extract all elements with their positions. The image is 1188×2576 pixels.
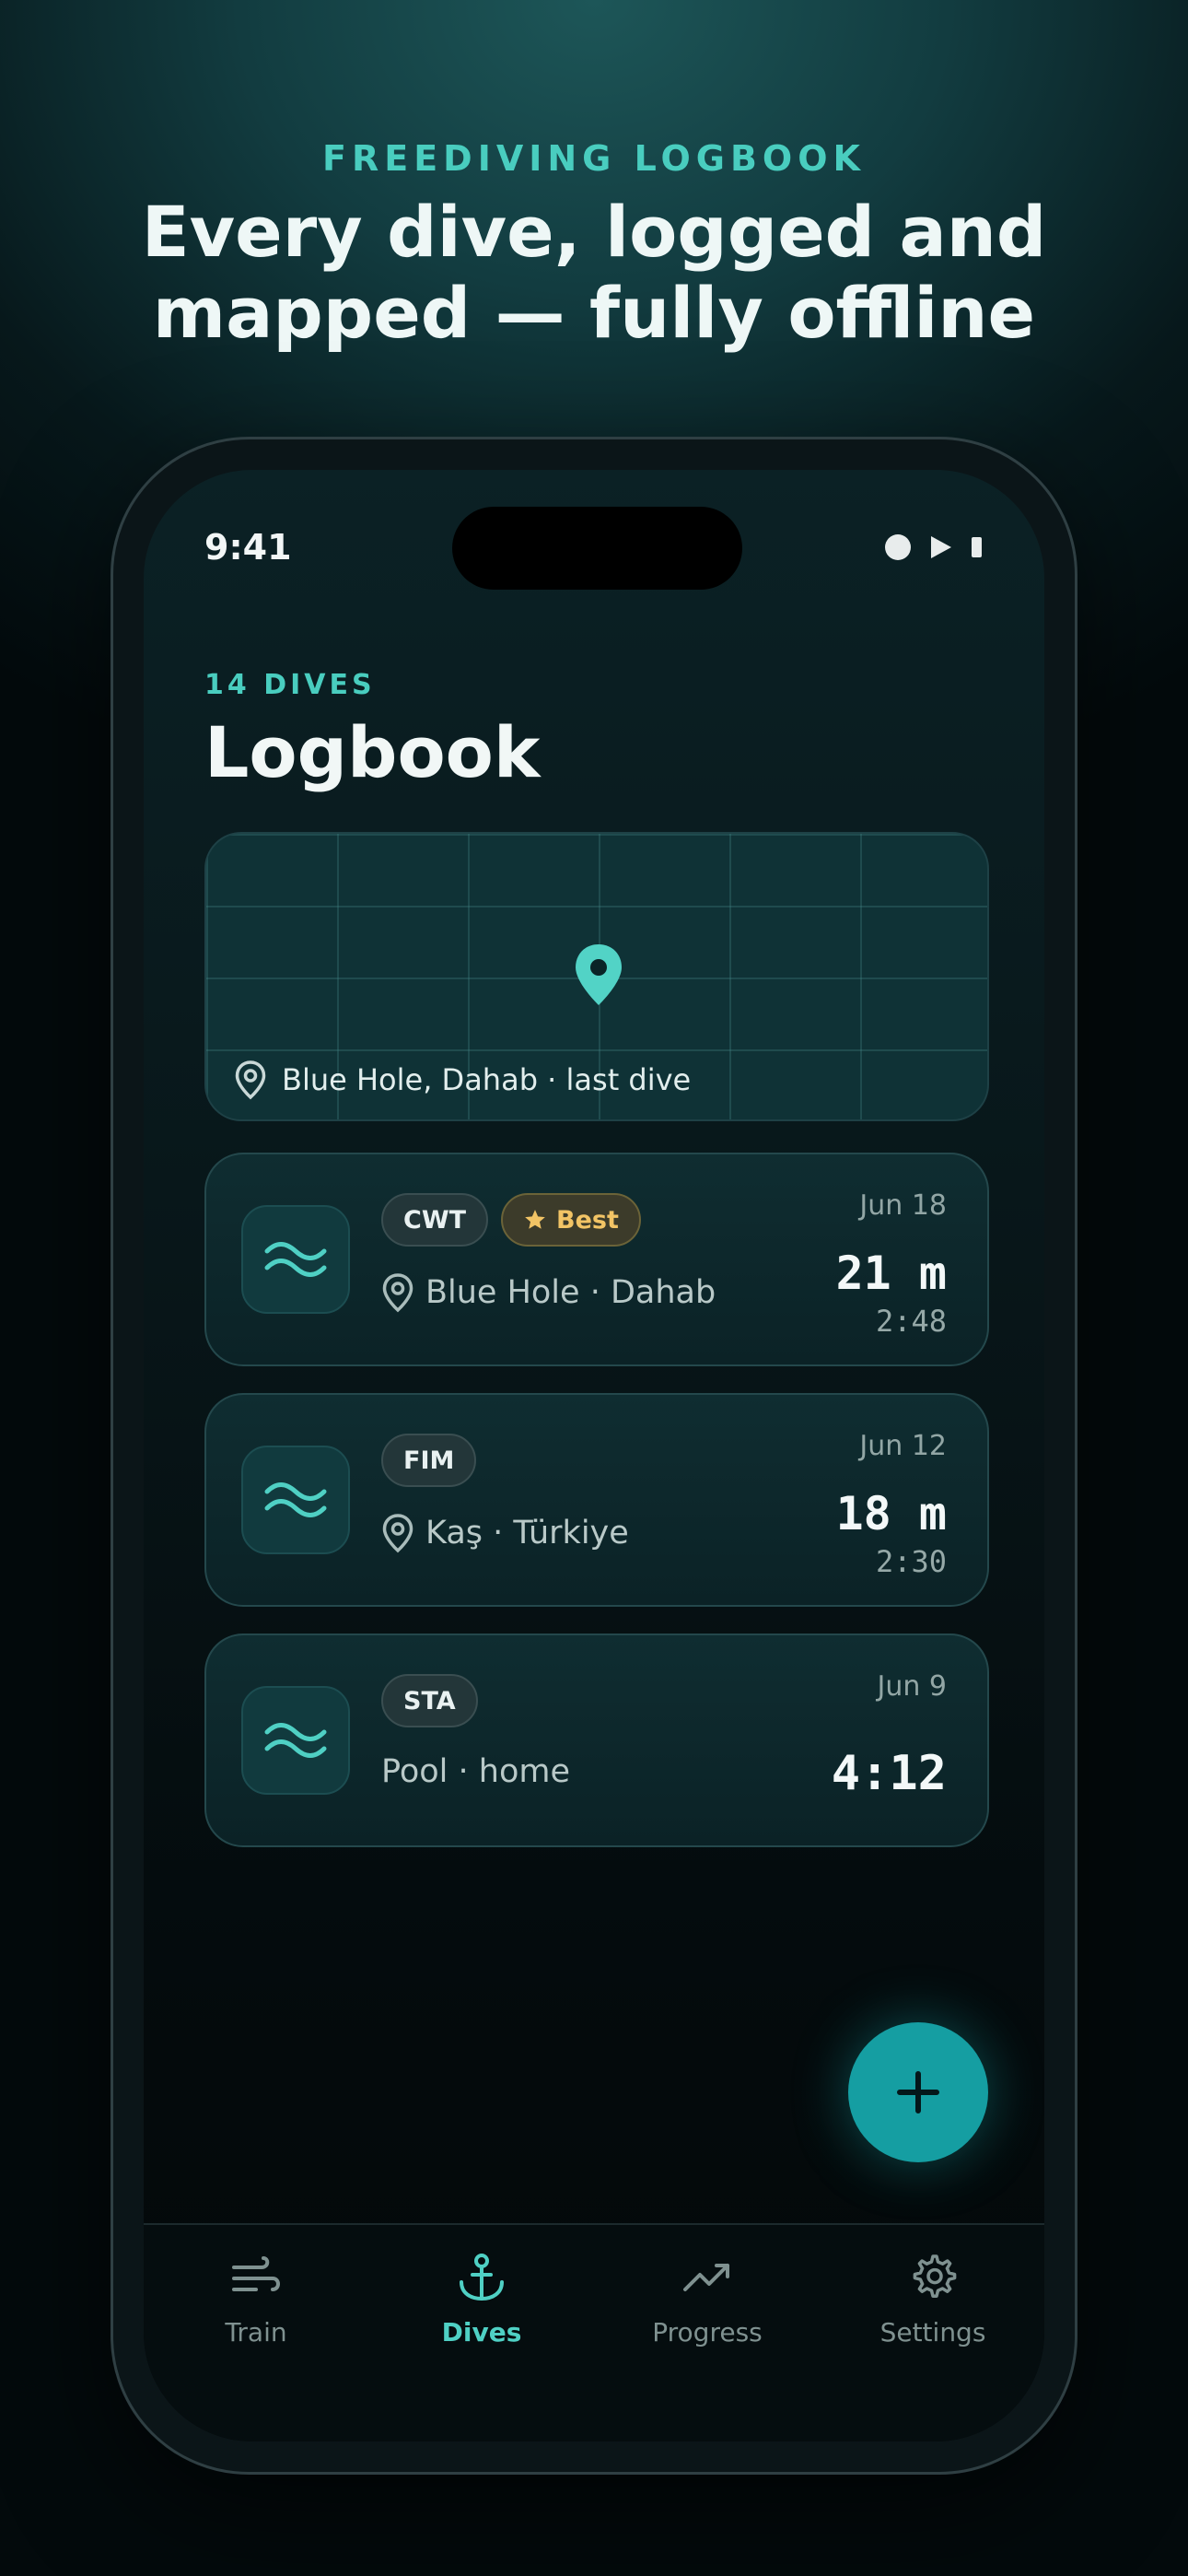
waves-icon bbox=[264, 1242, 327, 1277]
discipline-tag: STA bbox=[381, 1674, 478, 1727]
dive-location-text: Pool · home bbox=[381, 1753, 571, 1790]
wifi-icon bbox=[931, 536, 951, 558]
map-pin-icon bbox=[576, 944, 622, 1005]
dive-date: Jun 18 bbox=[859, 1189, 947, 1222]
trend-up-icon bbox=[683, 2264, 729, 2291]
wind-icon bbox=[232, 2256, 280, 2291]
map-label-text: Blue Hole, Dahab · last dive bbox=[282, 1062, 692, 1097]
dive-location: Blue Hole · Dahab bbox=[381, 1272, 716, 1313]
status-icons bbox=[885, 534, 982, 560]
tab-dives[interactable]: Dives bbox=[390, 2253, 574, 2348]
dive-location-text: Kaş · Türkiye bbox=[425, 1515, 629, 1551]
dive-location: Pool · home bbox=[381, 1753, 570, 1790]
hero-title-line-2: mapped — fully offline bbox=[152, 272, 1036, 354]
tab-label: Dives bbox=[441, 2317, 522, 2348]
dive-tags: CWT Best bbox=[381, 1193, 641, 1247]
dive-card[interactable]: CWT Best Blue Hole · Dahab Jun 18 21 m 2… bbox=[204, 1153, 989, 1366]
discipline-tag: FIM bbox=[381, 1434, 477, 1487]
best-badge-label: Best bbox=[556, 1205, 619, 1235]
anchor-icon bbox=[460, 2254, 504, 2301]
tab-progress[interactable]: Progress bbox=[615, 2253, 799, 2348]
dive-date: Jun 9 bbox=[877, 1670, 948, 1703]
signal-icon bbox=[885, 534, 911, 560]
tab-label: Settings bbox=[879, 2317, 986, 2348]
last-dive-map[interactable]: Blue Hole, Dahab · last dive bbox=[204, 832, 989, 1121]
best-badge: Best bbox=[501, 1193, 641, 1247]
dive-card[interactable]: STA Pool · home Jun 9 4:12 bbox=[204, 1633, 989, 1847]
dive-date: Jun 12 bbox=[859, 1430, 947, 1462]
dive-location: Kaş · Türkiye bbox=[381, 1513, 629, 1553]
dive-depth: 18 m bbox=[835, 1487, 947, 1540]
dive-card[interactable]: FIM Kaş · Türkiye Jun 12 18 m 2:30 bbox=[204, 1393, 989, 1607]
hero-kicker: FREEDIVING LOGBOOK bbox=[322, 138, 866, 179]
dives-count: 14 DIVES bbox=[204, 669, 376, 701]
add-dive-button[interactable] bbox=[848, 2022, 988, 2162]
star-icon bbox=[525, 1210, 545, 1229]
dive-location-text: Blue Hole · Dahab bbox=[425, 1274, 716, 1311]
dynamic-island bbox=[452, 507, 742, 590]
location-pin-icon bbox=[382, 1514, 413, 1553]
hero-title-line-1: Every dive, logged and bbox=[141, 191, 1047, 273]
gear-icon bbox=[913, 2254, 957, 2298]
battery-icon bbox=[972, 537, 982, 557]
map-location-label: Blue Hole, Dahab · last dive bbox=[234, 1060, 691, 1100]
waves-icon bbox=[264, 1482, 327, 1517]
tab-settings[interactable]: Settings bbox=[841, 2253, 1025, 2348]
dive-time: 4:12 bbox=[831, 1746, 947, 1801]
discipline-tag: CWT bbox=[381, 1193, 489, 1247]
tab-train[interactable]: Train bbox=[164, 2253, 348, 2348]
tab-label: Progress bbox=[652, 2317, 763, 2348]
hero-header: FREEDIVING LOGBOOK Every dive, logged an… bbox=[0, 138, 1188, 354]
dive-type-icon-box bbox=[241, 1446, 350, 1554]
dive-time: 2:30 bbox=[875, 1544, 947, 1579]
tab-label: Train bbox=[225, 2317, 287, 2348]
dive-type-icon-box bbox=[241, 1205, 350, 1314]
dive-time: 2:48 bbox=[875, 1304, 947, 1339]
dive-tags: FIM bbox=[381, 1434, 477, 1487]
dive-type-icon-box bbox=[241, 1686, 350, 1795]
phone-screen: 9:41 14 DIVES Logbook Blue Hole, Dahab ·… bbox=[144, 470, 1044, 2441]
dive-depth: 21 m bbox=[835, 1247, 947, 1300]
location-pin-icon bbox=[235, 1060, 266, 1100]
dive-tags: STA bbox=[381, 1674, 478, 1727]
status-time: 9:41 bbox=[204, 527, 292, 568]
tab-bar: Train Dives Progress Settings bbox=[144, 2223, 1044, 2441]
hero-title: Every dive, logged and mapped — fully of… bbox=[0, 192, 1188, 354]
phone-frame: 9:41 14 DIVES Logbook Blue Hole, Dahab ·… bbox=[111, 437, 1077, 2475]
location-pin-icon bbox=[382, 1273, 413, 1313]
plus-icon bbox=[897, 2071, 939, 2113]
waves-icon bbox=[264, 1723, 327, 1758]
page-title: Logbook bbox=[204, 711, 541, 793]
